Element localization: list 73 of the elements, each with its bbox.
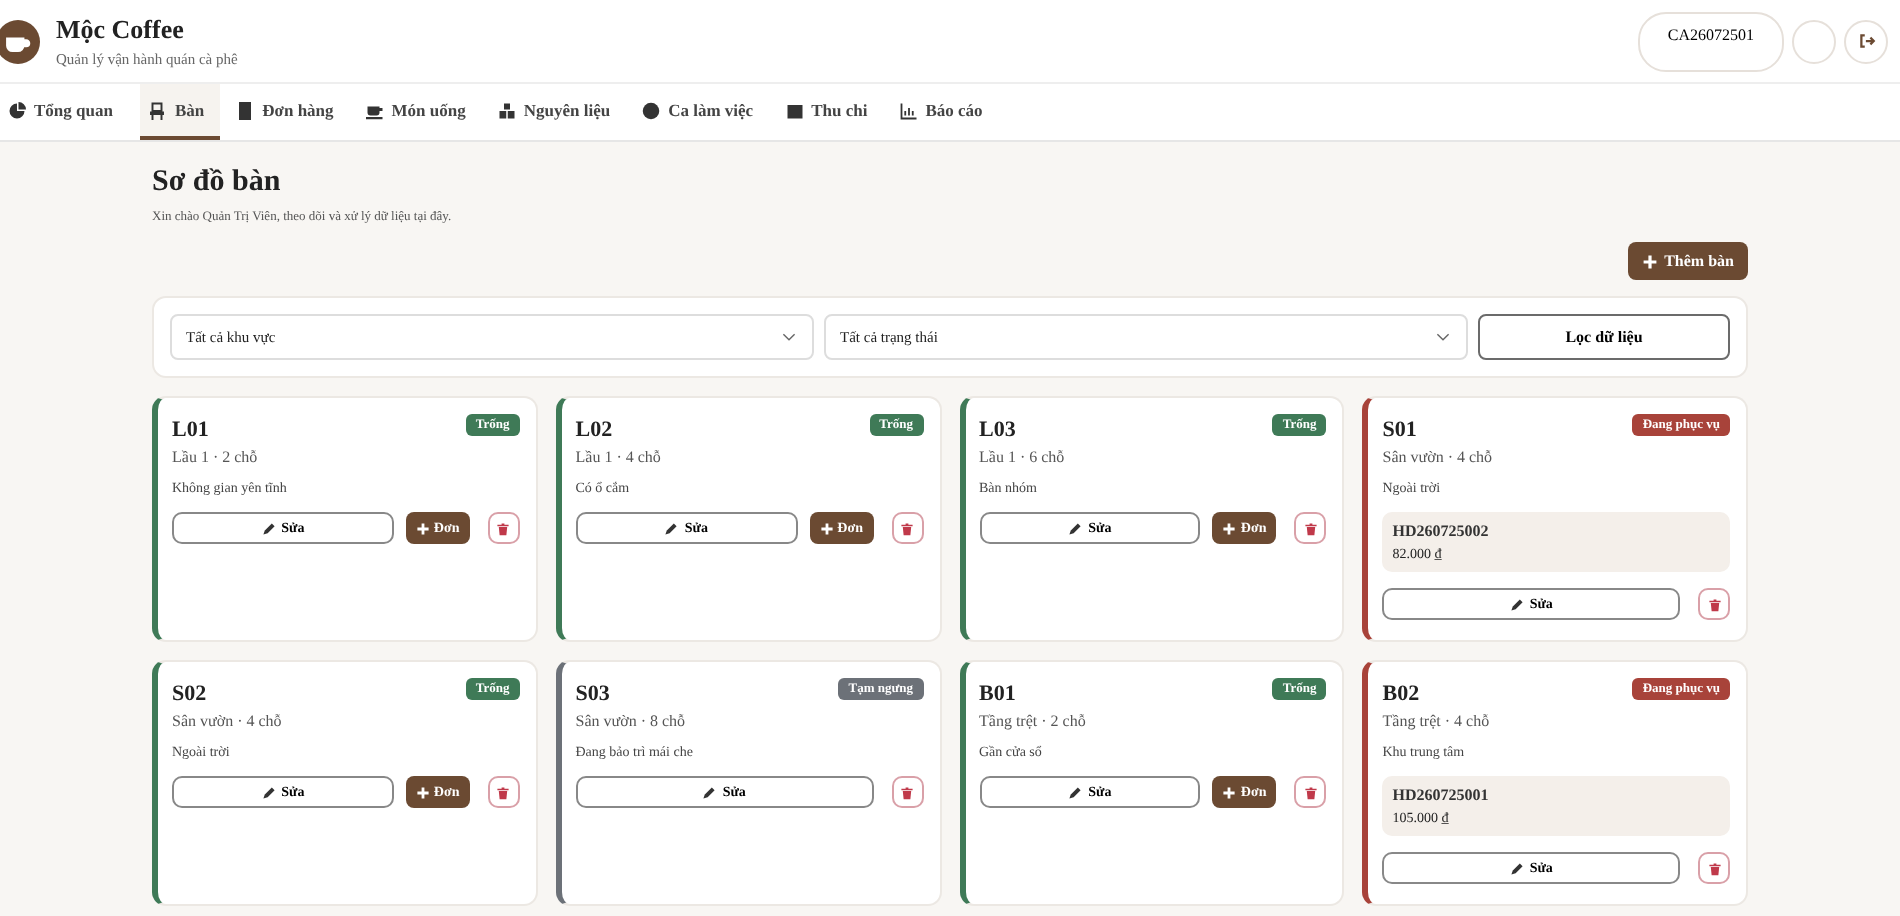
chair-icon [148,101,167,119]
plus-icon [819,521,834,535]
pencil-icon [1509,597,1524,611]
nav-tab[interactable]: Thu chi [781,84,884,140]
table-place: Sân vườn · 8 chỗ [575,712,688,730]
delete-button[interactable] [891,776,923,808]
delete-button[interactable] [487,776,520,808]
pencil-icon [261,785,276,799]
nav-tab[interactable]: Đơn hàng [232,84,350,140]
plus-icon [1222,521,1237,535]
bar-chart-icon [899,101,918,119]
filter-button[interactable]: Lọc dữ liệu [1478,314,1730,360]
table-code: L02 [575,418,613,442]
table-code: S02 [172,682,207,706]
pencil-icon [1068,785,1083,799]
table-code: B01 [979,682,1016,706]
nav-tab[interactable]: Báo cáo [895,84,999,140]
brand-name: Mộc Coffee [56,14,186,46]
trash-icon [1303,521,1318,535]
table-place: Tầng trệt · 2 chỗ [979,712,1088,730]
delete-button[interactable] [1294,776,1327,808]
table-code: B02 [1382,682,1420,706]
delete-button[interactable] [1294,512,1327,544]
pencil-icon [1068,521,1083,535]
boxes-icon [497,101,516,119]
pencil-icon [261,521,276,535]
chevron-icon [1436,332,1450,342]
table-code: S01 [1382,418,1417,442]
table-place: Sân vườn · 4 chỗ [172,712,284,730]
logout-icon [1857,32,1875,50]
order-id[interactable]: HD260725002 [1392,522,1720,540]
nav-tab[interactable]: Món uống [361,84,482,140]
trash-icon [496,521,511,535]
table-code: L03 [979,418,1016,442]
chevron-icon [782,332,796,342]
pencil-icon [1509,861,1524,875]
delete-button[interactable] [1698,852,1730,884]
nav-tab[interactable]: Tổng quan [4,84,129,140]
table-code: L01 [172,418,209,442]
delete-button[interactable] [1698,588,1730,620]
add-table-button[interactable]: Thêm bàn [1628,242,1748,280]
trash-icon [496,785,511,799]
trash-icon [900,785,914,799]
pie-chart-icon [8,101,26,119]
pencil-icon [702,785,717,799]
user-pill[interactable]: CA26072501 [1637,11,1784,71]
table-place: Lầu 1 · 2 chỗ [172,448,260,466]
circle-icon [642,101,661,119]
pencil-icon [664,521,679,535]
page-title: Sơ đồ bàn [152,166,283,200]
trash-icon [1707,597,1721,611]
cup-icon [365,101,384,119]
table-place: Sân vườn · 4 chỗ [1382,448,1495,466]
trash-icon [1303,785,1318,799]
plus-icon [1222,785,1237,799]
table-place: Lầu 1 · 6 chỗ [979,448,1067,466]
table-place: Lầu 1 · 4 chỗ [575,448,663,466]
plus-icon [415,785,430,799]
logout-button[interactable] [1844,19,1888,63]
document-icon [236,101,255,119]
plus-icon [1642,253,1659,269]
delete-button[interactable] [487,512,520,544]
order-id[interactable]: HD260725001 [1392,786,1720,804]
nav-tab[interactable]: Ca làm việc [638,84,770,140]
trash-icon [900,521,914,535]
wallet-icon [785,101,804,119]
nav-tab[interactable]: Nguyên liệu [493,84,627,140]
table-code: S03 [575,682,610,706]
trash-icon [1707,861,1721,875]
nav-tab[interactable]: Bàn [140,84,221,140]
delete-button[interactable] [891,512,923,544]
plus-icon [415,521,430,535]
table-place: Tầng trệt · 4 chỗ [1382,712,1492,730]
